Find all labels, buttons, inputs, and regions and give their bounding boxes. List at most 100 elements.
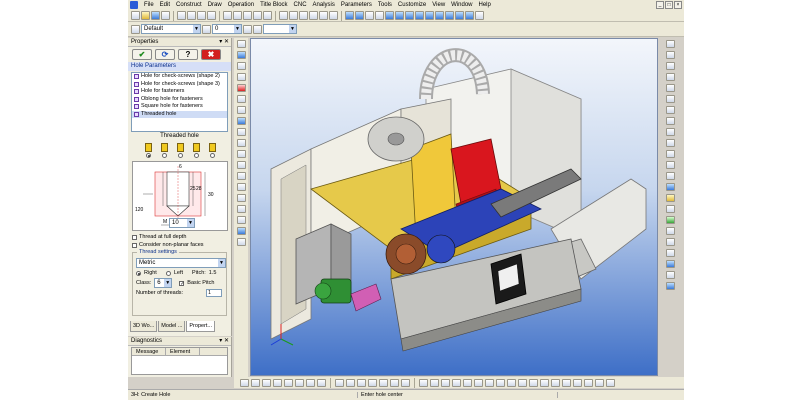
text-tool-icon[interactable]: [289, 11, 298, 20]
filter-2-icon[interactable]: [430, 378, 439, 387]
object-snap-icon[interactable]: [368, 378, 377, 387]
list-item[interactable]: Hole for fasteners: [132, 88, 227, 96]
restore-icon[interactable]: □: [665, 1, 673, 9]
menu-title-block[interactable]: Title Block: [257, 0, 290, 10]
hide-icon[interactable]: [665, 249, 675, 257]
list-item-selected[interactable]: Threaded hole: [132, 110, 227, 118]
circle-tool-icon[interactable]: [253, 11, 262, 20]
explode-icon[interactable]: [665, 238, 675, 246]
model-3d-icon[interactable]: [345, 11, 354, 20]
side-view-icon[interactable]: [665, 172, 675, 180]
display-mode-icon[interactable]: [665, 282, 675, 290]
assembly-icon[interactable]: [445, 11, 454, 20]
column-header-message[interactable]: Message: [132, 348, 166, 355]
close-icon[interactable]: ×: [674, 1, 682, 9]
thread-type-5-option[interactable]: [206, 143, 218, 158]
view-icon[interactable]: [236, 51, 246, 59]
radio-button[interactable]: [177, 153, 183, 158]
checkbox-box[interactable]: [132, 242, 137, 248]
thread-type-1-option[interactable]: [142, 143, 154, 158]
help-button[interactable]: ?: [178, 49, 198, 60]
menu-view[interactable]: View: [429, 0, 448, 10]
grid-snap-icon[interactable]: [357, 378, 366, 387]
wireframe-icon[interactable]: [405, 11, 414, 20]
help-icon[interactable]: [475, 11, 484, 20]
list-item[interactable]: Oblong hole for fasteners: [132, 96, 227, 104]
snap-center-icon[interactable]: [262, 378, 271, 387]
menu-edit[interactable]: Edit: [157, 0, 173, 10]
line-tool-icon[interactable]: [243, 11, 252, 20]
snap-tangent-icon[interactable]: [284, 378, 293, 387]
chevron-down-icon[interactable]: ▼: [289, 25, 296, 33]
edit-icon[interactable]: [236, 139, 246, 147]
select-icon[interactable]: [375, 11, 384, 20]
section-icon[interactable]: [435, 11, 444, 20]
number-of-threads-input[interactable]: 1: [206, 289, 223, 297]
snap-midpoint-icon[interactable]: [251, 378, 260, 387]
cancel-red-icon[interactable]: [236, 84, 246, 92]
part-icon[interactable]: [455, 11, 464, 20]
menu-draw[interactable]: Draw: [205, 0, 225, 10]
thread-standard-select[interactable]: Metric ▼: [136, 258, 226, 268]
measure-icon[interactable]: [365, 11, 374, 20]
chevron-down-icon[interactable]: ▼: [218, 259, 225, 267]
radio-button[interactable]: [209, 153, 215, 158]
zoom-in-icon[interactable]: [665, 40, 675, 48]
round-icon[interactable]: [401, 378, 410, 387]
thread-type-4-option[interactable]: [190, 143, 202, 158]
filter-9-icon[interactable]: [507, 378, 516, 387]
filter-5-icon[interactable]: [463, 378, 472, 387]
non-planar-checkbox[interactable]: Consider non-planar faces: [128, 241, 231, 249]
copy-icon[interactable]: [187, 11, 196, 20]
radio-button[interactable]: [145, 153, 151, 158]
zoom-all-icon[interactable]: [665, 62, 675, 70]
redraw-icon[interactable]: [665, 139, 675, 147]
filter-4-icon[interactable]: [452, 378, 461, 387]
link-icon[interactable]: [236, 172, 246, 180]
polar-icon[interactable]: [346, 378, 355, 387]
menu-tools[interactable]: Tools: [375, 0, 395, 10]
active-hole-icon[interactable]: [236, 227, 246, 235]
print-icon[interactable]: [161, 11, 170, 20]
filter-11-icon[interactable]: [529, 378, 538, 387]
filter-3-icon[interactable]: [441, 378, 450, 387]
thread-tool-icon[interactable]: [236, 238, 246, 246]
filter-8-icon[interactable]: [496, 378, 505, 387]
snap-quadrant-icon[interactable]: [306, 378, 315, 387]
arc-tool-icon[interactable]: [263, 11, 272, 20]
menu-cnc[interactable]: CNC: [291, 0, 310, 10]
ortho-icon[interactable]: [335, 378, 344, 387]
minimize-icon[interactable]: _: [656, 1, 664, 9]
front-view-icon[interactable]: [665, 161, 675, 169]
show-icon[interactable]: [665, 260, 675, 268]
pan-icon[interactable]: [665, 84, 675, 92]
line-type-icon[interactable]: [253, 24, 262, 34]
basic-pitch-checkbox[interactable]: ✓: [179, 280, 184, 286]
array-icon[interactable]: [236, 205, 246, 213]
tab-properties[interactable]: Propert...: [186, 321, 216, 332]
3d-viewport[interactable]: [250, 38, 658, 376]
snap-perpendicular-icon[interactable]: [295, 378, 304, 387]
delete-icon[interactable]: [207, 11, 216, 20]
radio-button[interactable]: [193, 153, 199, 158]
view-3d-icon[interactable]: [355, 11, 364, 20]
thread-type-2-option[interactable]: [158, 143, 170, 158]
thread-full-depth-checkbox[interactable]: Thread at full depth: [128, 233, 231, 241]
fit-icon[interactable]: [665, 128, 675, 136]
layers-icon[interactable]: [329, 11, 338, 20]
thread-type-3-option[interactable]: [174, 143, 186, 158]
snap-nearest-icon[interactable]: [317, 378, 326, 387]
menu-customize[interactable]: Customize: [395, 0, 429, 10]
magnifier-icon[interactable]: [665, 117, 675, 125]
layer-select[interactable]: 0 ▼: [212, 24, 242, 34]
zoom-previous-icon[interactable]: [665, 106, 675, 114]
save-icon[interactable]: [151, 11, 160, 20]
hole-parameters-header[interactable]: Hole Parameters: [128, 62, 231, 71]
rotate-icon[interactable]: [236, 62, 246, 70]
local-cs-icon[interactable]: [390, 378, 399, 387]
pin-icon[interactable]: ▾ ✕: [219, 337, 229, 346]
pin-icon[interactable]: ▾ ✕: [219, 38, 229, 47]
right-hand-radio[interactable]: [136, 270, 141, 276]
chevron-down-icon[interactable]: ▼: [234, 25, 241, 33]
tab-3d-model[interactable]: 3D Wo...: [130, 321, 158, 332]
